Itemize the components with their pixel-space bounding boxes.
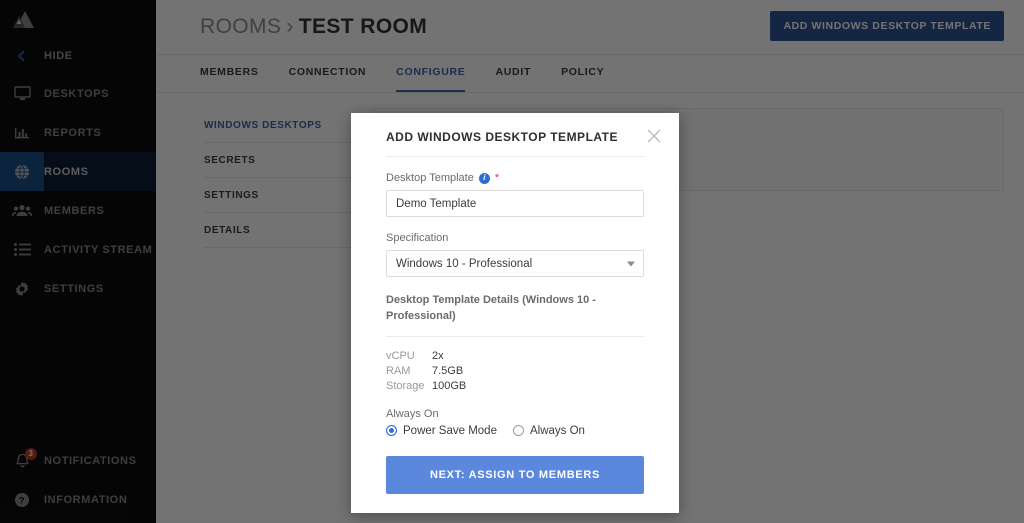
spec-table: vCPU 2x RAM 7.5GB Storage 100GB [386, 349, 644, 394]
specification-label: Specification [386, 232, 448, 244]
info-icon[interactable]: i [479, 173, 490, 184]
spec-value: 2x [432, 349, 444, 364]
spec-value: 7.5GB [432, 364, 463, 379]
spec-value: 100GB [432, 379, 466, 394]
spec-row: Storage 100GB [386, 379, 644, 394]
spec-key: vCPU [386, 349, 432, 364]
always-on-radio-group: Power Save Mode Always On [386, 425, 644, 437]
radio-indicator [513, 425, 524, 436]
spec-key: RAM [386, 364, 432, 379]
specification-selected-value: Windows 10 - Professional [396, 258, 532, 270]
desktop-template-label: Desktop Template [386, 172, 474, 184]
close-icon[interactable] [643, 125, 665, 147]
desktop-template-field: Desktop Template i * [386, 172, 644, 217]
always-on-group-label: Always On [386, 408, 644, 420]
radio-power-save-mode[interactable]: Power Save Mode [386, 425, 497, 437]
specification-select-wrap: Windows 10 - Professional [386, 250, 644, 277]
template-details-title: Desktop Template Details (Windows 10 - P… [386, 293, 644, 325]
radio-label: Always On [530, 425, 585, 437]
spec-key: Storage [386, 379, 432, 394]
dialog-header: ADD WINDOWS DESKTOP TEMPLATE [386, 113, 644, 157]
next-assign-to-members-button[interactable]: NEXT: ASSIGN TO MEMBERS [386, 456, 644, 494]
app-root: HIDE DESKTOPS REPORTS ROOMS MEMBERS [0, 0, 1024, 523]
chevron-down-icon [627, 261, 635, 266]
radio-label: Power Save Mode [403, 425, 497, 437]
specification-field: Specification Windows 10 - Professional [386, 232, 644, 277]
spec-row: RAM 7.5GB [386, 364, 644, 379]
radio-indicator [386, 425, 397, 436]
add-windows-desktop-template-dialog: ADD WINDOWS DESKTOP TEMPLATE Desktop Tem… [351, 113, 679, 513]
dialog-title: ADD WINDOWS DESKTOP TEMPLATE [386, 130, 644, 144]
spec-row: vCPU 2x [386, 349, 644, 364]
details-divider [386, 336, 644, 337]
required-marker: * [495, 173, 499, 184]
specification-select[interactable]: Windows 10 - Professional [386, 250, 644, 277]
desktop-template-label-row: Desktop Template i * [386, 172, 644, 184]
desktop-template-input[interactable] [386, 190, 644, 217]
specification-label-row: Specification [386, 232, 644, 244]
radio-always-on[interactable]: Always On [513, 425, 585, 437]
